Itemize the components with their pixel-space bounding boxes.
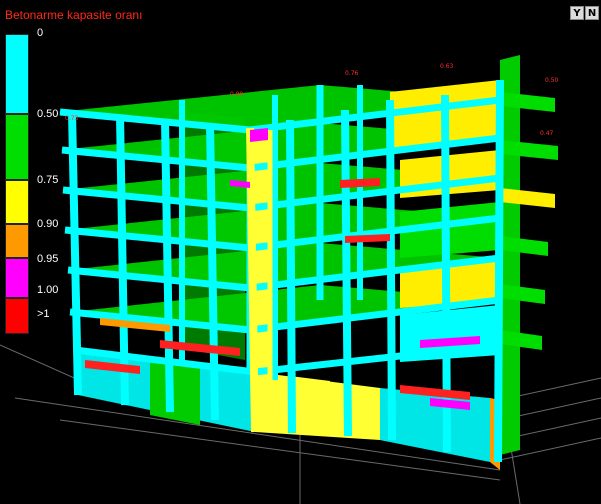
svg-text:0.47: 0.47 [540,130,554,137]
building-model-render[interactable]: 0.76 0.63 0.50 0.47 0.80 0.73 [0,0,601,504]
legend-label: 0.50 [37,108,59,120]
legend-label: >1 [37,308,50,320]
legend-label: 1.00 [37,284,59,296]
svg-text:0.76: 0.76 [345,70,359,77]
legend-label: 0 [37,27,44,39]
legend-label: 0.90 [37,218,59,230]
legend-swatch-cyan [5,34,29,114]
legend-swatch-red [5,298,29,334]
svg-text:0.80: 0.80 [230,91,244,98]
svg-text:0.73: 0.73 [65,115,79,122]
structural-3d-viewport[interactable]: Betonarme kapasite oranı Y N 0.76 0.63 0… [0,0,601,504]
legend-swatch-magenta [5,258,29,298]
legend-swatch-yellow [5,180,29,224]
svg-text:0.50: 0.50 [545,77,559,84]
legend-swatch-green [5,114,29,180]
legend-label: 0.95 [37,253,59,265]
legend-swatch-orange [5,224,29,258]
svg-text:0.63: 0.63 [440,63,454,70]
legend-label: 0.75 [37,174,59,186]
